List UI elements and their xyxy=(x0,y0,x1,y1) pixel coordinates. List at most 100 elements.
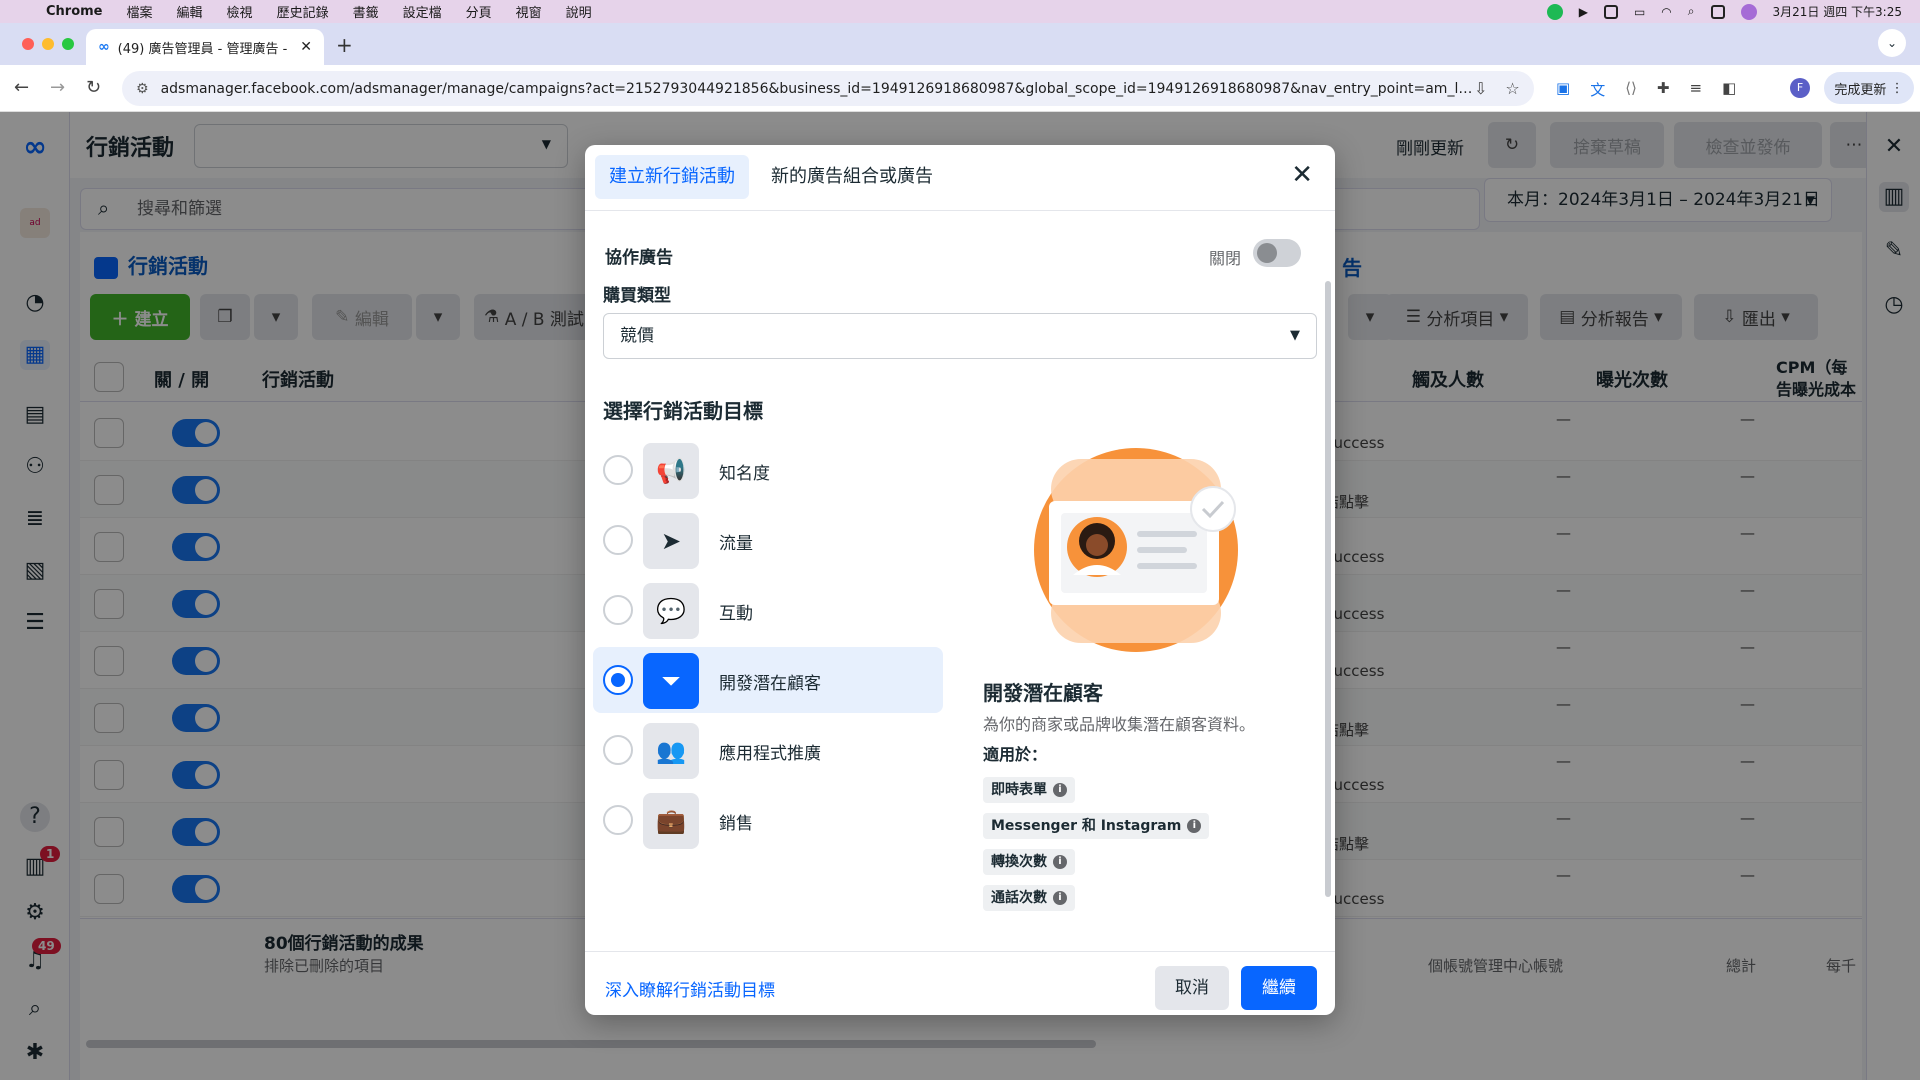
menu-profiles[interactable]: 設定檔 xyxy=(403,2,442,21)
update-chrome-button[interactable]: 完成更新 ⋮ xyxy=(1824,72,1914,104)
dialog-tabs: 建立新行銷活動 新的廣告組合或廣告 ✕ xyxy=(585,145,1335,211)
browser-tab[interactable]: ∞ (49) 廣告管理員 - 管理廣告 - 8 ✕ xyxy=(86,29,324,65)
objective-leads[interactable]: ⏷ 開發潛在顧客 xyxy=(593,647,943,713)
text-icon[interactable] xyxy=(1603,4,1618,19)
puzzle-icon[interactable]: ✚ xyxy=(1657,79,1670,100)
menu-window[interactable]: 視窗 xyxy=(516,2,542,21)
learn-objectives-link[interactable]: 深入瞭解行銷活動目標 xyxy=(605,976,775,1001)
dialog-scrollbar[interactable] xyxy=(1325,281,1331,897)
chip-conversions: 轉換次數 i xyxy=(983,849,1075,875)
clock-text[interactable]: 3月21日 週四 下午3:25 xyxy=(1773,3,1902,20)
status-area: ▶ ▭ ◠ ⌕ 3月21日 週四 下午3:25 xyxy=(1546,0,1920,23)
menu-bookmarks[interactable]: 書籤 xyxy=(353,2,379,21)
info-icon[interactable]: i xyxy=(1187,819,1202,833)
objective-label: 銷售 xyxy=(719,814,753,834)
objective-radio[interactable] xyxy=(603,805,633,835)
dialog-body: 協作廣告 關閉 購買類型 競價 ▼ 選擇行銷活動目標 📢 知名度 ➤ 流量 💬 互… xyxy=(585,211,1335,931)
objective-description-title: 開發潛在顧客 xyxy=(983,681,1103,705)
buy-type-value: 競價 xyxy=(620,326,654,346)
objective-app-promotion[interactable]: 👥 應用程式推廣 xyxy=(593,717,943,783)
objective-engagement[interactable]: 💬 互動 xyxy=(593,577,943,643)
navigation-bar: ← → ↻ ⚙ adsmanager.facebook.com/adsmanag… xyxy=(0,65,1920,112)
menu-history[interactable]: 歷史記錄 xyxy=(277,2,329,21)
tab-title: (49) 廣告管理員 - 管理廣告 - 8 xyxy=(117,41,288,57)
update-label: 完成更新 xyxy=(1834,82,1887,98)
omnibox-actions: ⇩ ☆ xyxy=(1474,79,1520,98)
chat-bubbles-icon: 💬 xyxy=(643,583,699,639)
objective-sales[interactable]: 💼 銷售 xyxy=(593,787,943,853)
objective-radio[interactable] xyxy=(603,595,633,625)
tab-search-button[interactable]: ⌄ xyxy=(1878,29,1906,57)
siri-icon[interactable] xyxy=(1740,3,1757,20)
collab-ads-toggle[interactable] xyxy=(1253,239,1301,267)
tab-new-adset-or-ad[interactable]: 新的廣告組合或廣告 xyxy=(757,155,947,199)
profile-avatar[interactable]: F xyxy=(1790,78,1810,98)
objective-title: 選擇行銷活動目標 xyxy=(603,399,763,423)
info-icon[interactable]: i xyxy=(1053,783,1067,797)
bookmark-star-icon[interactable]: ☆ xyxy=(1505,79,1519,98)
caret-down-icon: ▼ xyxy=(1290,328,1300,343)
objective-traffic[interactable]: ➤ 流量 xyxy=(593,507,943,573)
buy-type-label: 購買類型 xyxy=(603,286,671,306)
continue-button[interactable]: 繼續 xyxy=(1241,966,1317,1010)
back-icon[interactable]: ← xyxy=(14,77,29,98)
dialog-footer: 深入瞭解行銷活動目標 取消 繼續 xyxy=(585,951,1335,1015)
translate-icon[interactable]: 文 xyxy=(1590,79,1605,100)
line-icon[interactable] xyxy=(1546,3,1563,20)
forward-icon[interactable]: → xyxy=(50,77,65,98)
install-icon[interactable]: ⇩ xyxy=(1474,79,1487,98)
chip-calls: 通話次數 i xyxy=(983,885,1075,911)
objective-label: 應用程式推廣 xyxy=(719,744,821,764)
objective-label: 開發潛在顧客 xyxy=(719,674,821,694)
media-icon[interactable]: ≡ xyxy=(1690,79,1703,100)
side-panel-icon[interactable]: ◧ xyxy=(1722,79,1736,100)
extension-1-icon[interactable]: ▣ xyxy=(1556,79,1570,100)
tab-new-campaign[interactable]: 建立新行銷活動 xyxy=(595,155,749,199)
menu-file[interactable]: 檔案 xyxy=(127,2,153,21)
menu-edit[interactable]: 編輯 xyxy=(177,2,203,21)
funnel-icon: ⏷ xyxy=(643,653,699,709)
cancel-button[interactable]: 取消 xyxy=(1155,966,1229,1010)
tab-close-icon[interactable]: ✕ xyxy=(300,39,312,55)
objective-radio[interactable] xyxy=(603,525,633,555)
macos-menu-bar: Chrome 檔案 編輯 檢視 歷史記錄 書籤 設定檔 分頁 視窗 說明 ▶ ▭… xyxy=(0,0,1920,23)
objective-label: 知名度 xyxy=(719,464,770,484)
chip-label: 轉換次數 xyxy=(991,854,1047,870)
chip-label: 通話次數 xyxy=(991,890,1047,906)
battery-icon[interactable]: ▭ xyxy=(1634,5,1645,19)
objective-radio[interactable] xyxy=(603,735,633,765)
applies-to-label: 適用於： xyxy=(983,745,1048,764)
megaphone-icon: 📢 xyxy=(643,443,699,499)
objective-label: 流量 xyxy=(719,534,753,554)
devtools-ext-icon[interactable]: ⟨⟩ xyxy=(1625,79,1637,100)
new-tab-button[interactable]: + xyxy=(336,33,353,57)
people-icon: 👥 xyxy=(643,723,699,779)
collab-state-text: 關閉 xyxy=(1209,249,1242,268)
menu-view[interactable]: 檢視 xyxy=(227,2,253,21)
objective-radio[interactable] xyxy=(603,455,633,485)
info-icon[interactable]: i xyxy=(1053,891,1067,905)
meta-favicon-icon: ∞ xyxy=(98,39,110,55)
minimize-window-button[interactable] xyxy=(42,38,54,50)
address-bar[interactable]: ⚙ adsmanager.facebook.com/adsmanager/man… xyxy=(122,71,1534,106)
close-window-button[interactable] xyxy=(22,38,34,50)
objective-radio-selected[interactable] xyxy=(603,665,633,695)
info-icon[interactable]: i xyxy=(1053,855,1067,869)
control-center-icon[interactable] xyxy=(1710,4,1725,19)
menu-tab[interactable]: 分頁 xyxy=(466,2,492,21)
objective-awareness[interactable]: 📢 知名度 xyxy=(593,437,943,503)
zoom-window-button[interactable] xyxy=(62,38,74,50)
chip-label: Messenger 和 Instagram xyxy=(991,818,1182,834)
menu-help[interactable]: 說明 xyxy=(566,2,592,21)
chip-instant-forms: 即時表單 i xyxy=(983,777,1075,803)
buy-type-select[interactable]: 競價 ▼ xyxy=(603,313,1317,359)
spotlight-icon[interactable]: ⌕ xyxy=(1688,4,1695,19)
wifi-icon[interactable]: ◠ xyxy=(1661,5,1671,19)
menu-app-name[interactable]: Chrome xyxy=(46,4,103,19)
close-icon[interactable]: ✕ xyxy=(1291,161,1313,189)
play-icon[interactable]: ▶ xyxy=(1579,5,1588,19)
objective-description-text: 為你的商家或品牌收集潛在顧客資料。 xyxy=(983,715,1256,734)
tab-strip: ∞ (49) 廣告管理員 - 管理廣告 - 8 ✕ + ⌄ xyxy=(0,23,1920,65)
site-info-icon[interactable]: ⚙ xyxy=(136,81,149,97)
reload-icon[interactable]: ↻ xyxy=(86,77,101,98)
